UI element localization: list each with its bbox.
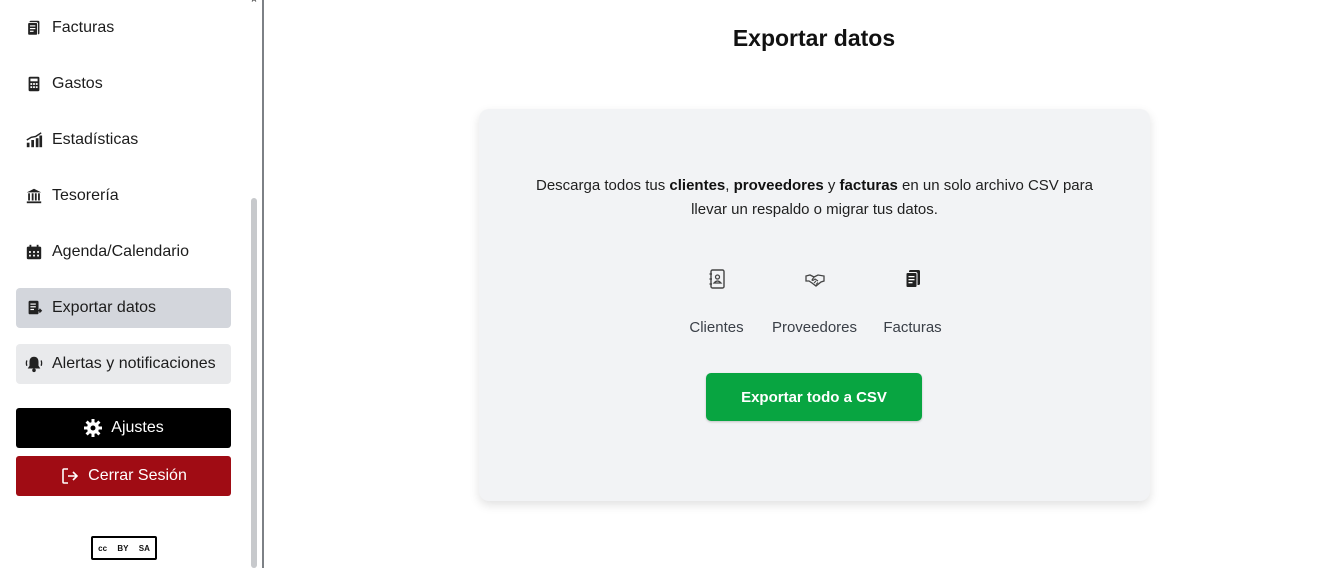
invoice-icon [901,267,925,291]
sidebar-item-gastos[interactable]: Gastos [16,64,231,104]
desc-text: , [725,177,734,194]
settings-button[interactable]: Ajustes [16,408,231,448]
handshake-icon [803,267,827,291]
scroll-up-icon[interactable]: ⌃ [249,0,259,10]
settings-label: Ajustes [111,419,164,436]
logout-icon [62,468,79,484]
sidebar-item-agenda[interactable]: Agenda/Calendario [16,232,231,272]
export-description: Descarga todos tus clientes, proveedores… [519,174,1110,222]
desc-text: Descarga todos tus [536,177,670,194]
sidebar-item-label: Tesorería [52,187,119,204]
bell-icon [24,354,44,374]
sidebar-item-alertas[interactable]: Alertas y notificaciones [16,344,231,384]
desc-text: y [823,177,840,194]
desc-bold-facturas: facturas [839,177,898,194]
scrollbar-thumb[interactable] [251,198,257,568]
sidebar-item-label: Exportar datos [52,299,157,316]
sidebar-item-label: Gastos [52,75,103,92]
cc-mark: cc [98,543,108,553]
type-clientes: Clientes [680,267,754,336]
desc-bold-clientes: clientes [669,177,726,194]
bank-icon [24,186,44,206]
export-icon [24,298,44,318]
sidebar-item-label: Alertas y notificaciones [52,355,216,372]
type-proveedores: Proveedores [772,267,857,336]
type-label: Clientes [689,319,744,336]
export-card: Descarga todos tus clientes, proveedores… [479,109,1150,501]
logout-label: Cerrar Sesión [88,467,187,484]
type-label: Facturas [883,319,942,336]
sidebar-item-tesoreria[interactable]: Tesorería [16,176,231,216]
sidebar-item-estadisticas[interactable]: Estadísticas [16,120,231,160]
type-label: Proveedores [771,319,858,336]
export-types: Clientes Proveedores Facturas [479,267,1150,336]
sidebar-scrollbar[interactable]: ⌃ [248,0,260,568]
sidebar-divider [262,0,264,568]
sidebar-item-exportar[interactable]: Exportar datos [16,288,231,328]
creative-commons-badge: cc BY SA [91,536,157,560]
invoice-icon [24,18,44,38]
sidebar-item-label: Agenda/Calendario [52,243,189,260]
calculator-icon [24,74,44,94]
sidebar-item-facturas[interactable]: Facturas [16,8,231,48]
calendar-icon [24,242,44,262]
gear-icon [84,419,103,437]
sidebar-item-label: Facturas [52,19,115,36]
export-csv-button[interactable]: Exportar todo a CSV [706,373,922,421]
sidebar-item-label: Estadísticas [52,131,139,148]
sidebar: Facturas Gastos Estadísticas Tesorería A… [0,0,262,568]
desc-bold-proveedores: proveedores [733,177,824,194]
address-book-icon [705,267,729,291]
by-mark: BY [117,543,129,553]
chart-icon [24,130,44,150]
page-title: Exportar datos [732,25,896,51]
logout-button[interactable]: Cerrar Sesión [16,456,231,496]
sa-mark: SA [138,543,150,553]
type-facturas: Facturas [876,267,950,336]
